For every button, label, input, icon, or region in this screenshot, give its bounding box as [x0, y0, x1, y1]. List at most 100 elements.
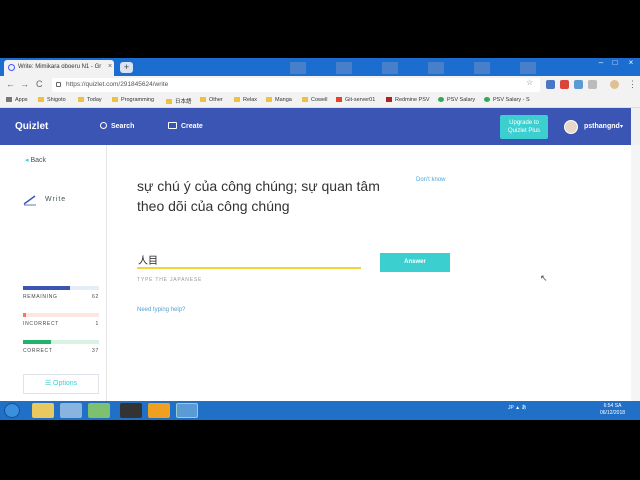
progress-bar-incorrect [23, 313, 99, 317]
window-close-icon[interactable]: × [624, 58, 638, 70]
bookmark-label: Cowell [311, 97, 328, 103]
gitlab-icon [336, 97, 342, 102]
translate-icon[interactable] [574, 80, 583, 89]
taskbar-app-icon[interactable] [88, 403, 110, 418]
bookmarks-bar: Apps Shigoto Today Programming 日本語 Other… [0, 94, 640, 108]
bookmark-folder[interactable]: Today [78, 97, 102, 103]
back-arrow-icon: ◂ [25, 157, 29, 164]
sublime-icon[interactable] [148, 403, 170, 418]
clock-date: 06/12/2018 [600, 410, 626, 416]
options-icon: ☰ [44, 380, 52, 387]
bookmark-label: PSV Salary - S [493, 97, 530, 103]
explorer-icon[interactable] [32, 403, 54, 418]
extension-icon[interactable] [560, 80, 569, 89]
answer-hint-label: TYPE THE JAPANESE [137, 277, 203, 283]
chevron-down-icon[interactable]: ▾ [620, 123, 623, 130]
typing-help-link[interactable]: Need typing help? [137, 307, 185, 313]
bookmark-folder[interactable]: Cowell [302, 97, 328, 103]
chrome-icon[interactable] [176, 403, 198, 418]
back-arrow-icon[interactable]: ← [6, 79, 15, 89]
system-tray[interactable]: JP ▲ あ [508, 404, 526, 411]
star-icon[interactable]: ☆ [526, 78, 535, 87]
correct-value: 37 [92, 348, 99, 354]
tab-close-icon[interactable]: × [108, 63, 112, 70]
browser-tab[interactable]: Write: Mimikara oboeru N1 - Gr × [4, 60, 114, 76]
apps-icon [6, 97, 12, 102]
create-button[interactable]: Create [168, 122, 203, 130]
options-label: Options [53, 380, 78, 387]
create-label: Create [181, 123, 203, 130]
bookmark-label: Relax [243, 97, 258, 103]
remaining-value: 62 [92, 294, 99, 300]
clock[interactable]: 6:54 SA 06/12/2018 [600, 403, 625, 417]
bookmark-link[interactable]: PSV Salary [438, 97, 475, 103]
progress-remaining: REMAINING 62 [23, 286, 99, 300]
progress-correct: CORRECT 37 [23, 340, 99, 354]
maximize-icon[interactable]: □ [608, 58, 622, 70]
bookmark-apps[interactable]: Apps [6, 97, 28, 103]
url-field[interactable]: https://quizlet.com/291845624/write [52, 78, 540, 92]
editor-icon[interactable] [120, 403, 142, 418]
incorrect-value: 1 [95, 321, 99, 327]
search-label: Search [111, 123, 135, 130]
progress-fill [23, 313, 27, 317]
answer-button[interactable]: Answer [380, 253, 450, 272]
tab-title: Write: Mimikara oboeru N1 - Gr [18, 64, 102, 70]
folder-icon [234, 97, 240, 102]
folder-icon [302, 97, 308, 102]
desktop-icon [520, 62, 536, 74]
bookmark-folder[interactable]: Relax [234, 97, 257, 103]
new-tab-button[interactable]: + [120, 62, 133, 73]
folder-icon [78, 97, 84, 102]
progress-bar-correct [23, 340, 99, 344]
folder-icon [166, 99, 172, 104]
answer-input[interactable] [137, 251, 361, 269]
bookmark-label: Today [87, 97, 102, 103]
bookmark-folder[interactable]: Shigoto [38, 97, 66, 103]
minimize-icon[interactable]: – [594, 58, 608, 70]
bookmark-folder[interactable]: 日本語 [166, 97, 192, 105]
progress-fill [23, 286, 71, 290]
bookmark-label: Programming [121, 97, 155, 103]
profile-icon[interactable] [610, 80, 619, 89]
desktop-icon [382, 62, 398, 74]
search-icon [100, 122, 107, 129]
back-label: Back [30, 157, 47, 164]
dont-know-link[interactable]: Don't know [416, 177, 446, 183]
taskbar: JP ▲ あ 6:54 SA 06/12/2018 [0, 401, 640, 420]
bookmark-link[interactable]: PSV Salary - S [484, 97, 530, 103]
bookmark-label: Manga [275, 97, 292, 103]
upgrade-line1: Upgrade to [509, 120, 539, 126]
desktop-icon [474, 62, 490, 74]
tab-strip: Write: Mimikara oboeru N1 - Gr × + – □ × [0, 58, 640, 76]
incorrect-label: INCORRECT [23, 321, 60, 327]
bookmark-folder[interactable]: Programming [112, 97, 154, 103]
bookmark-label: Redmine PSV [395, 97, 430, 103]
avatar[interactable] [564, 120, 578, 134]
search-button[interactable]: Search [100, 122, 134, 130]
username[interactable]: psthangnd [584, 123, 620, 130]
page-scrollbar[interactable] [631, 145, 640, 401]
bookmark-label: Other [209, 97, 223, 103]
screen: Write: Mimikara oboeru N1 - Gr × + – □ ×… [0, 58, 640, 420]
quizlet-logo[interactable]: Quizlet [15, 121, 48, 132]
remaining-label: REMAINING [23, 294, 58, 300]
bookmark-folder[interactable]: Other [200, 97, 223, 103]
bookmark-link[interactable]: Redmine PSV [386, 97, 430, 103]
back-button[interactable]: ◂ Back [25, 156, 46, 164]
bookmark-folder[interactable]: Manga [266, 97, 292, 103]
taskbar-app-icon[interactable] [60, 403, 82, 418]
progress-bar-remaining [23, 286, 99, 290]
sidebar: ◂ Back Write REMAINING 62 INCORRECT 1 CORR… [15, 145, 107, 401]
extension-icon[interactable] [588, 80, 597, 89]
reload-icon[interactable]: C [36, 79, 43, 89]
bookmark-link[interactable]: Git-server01 [336, 97, 375, 103]
write-mode-icon [23, 195, 36, 206]
forward-arrow-icon[interactable]: → [20, 79, 29, 89]
extension-icon[interactable] [546, 80, 555, 89]
upgrade-button[interactable]: Upgrade to Quizlet Plus [500, 115, 548, 139]
chrome-menu-icon[interactable]: ⋮ [628, 79, 637, 90]
options-button[interactable]: ☰ Options [23, 374, 99, 394]
term-prompt: sự chú ý của công chúng; sự quan tâm the… [137, 178, 380, 214]
start-button[interactable] [4, 403, 20, 418]
